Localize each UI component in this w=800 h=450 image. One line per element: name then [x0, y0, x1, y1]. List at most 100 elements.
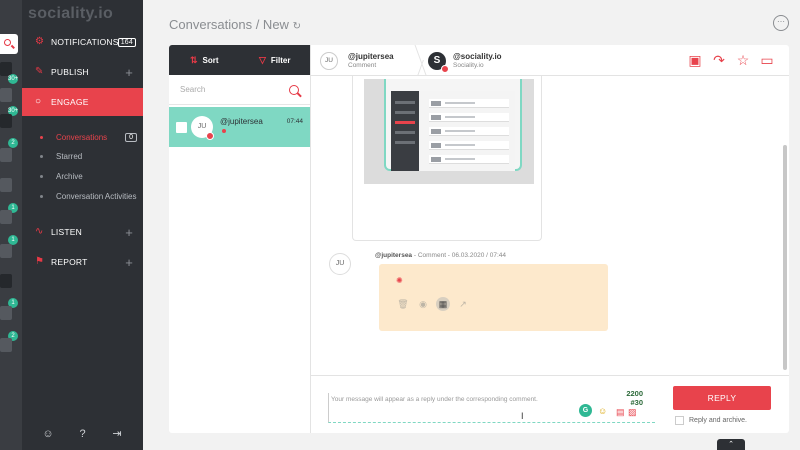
avatar: JU — [320, 52, 338, 70]
mock-line — [395, 141, 415, 144]
user-icon[interactable]: ☺ — [36, 423, 60, 445]
nav-report[interactable]: ⚑ REPORT + — [22, 248, 143, 276]
account-avatar[interactable] — [0, 274, 12, 288]
app-logo: sociality.io — [28, 5, 114, 22]
detail-actions: ▣ ↷ ☆ ▭ — [686, 51, 776, 69]
list-item[interactable]: JU @jupitersea 07:44 — [169, 107, 310, 147]
search-icon[interactable] — [289, 84, 299, 95]
sort-button[interactable]: ⇅ Sort — [169, 45, 240, 75]
chip-icon[interactable]: ▦ — [436, 297, 450, 311]
sidebar-footer: ☺ ? ⇥ — [22, 423, 143, 445]
char-count: 2200 — [626, 389, 643, 398]
mock-row — [429, 113, 509, 122]
sidebar-item-archive[interactable]: Archive — [22, 167, 143, 185]
account-name[interactable]: @sociality.io — [453, 52, 502, 61]
chat-icon: ○ — [35, 96, 42, 107]
hide-icon[interactable]: ◉ — [416, 297, 430, 311]
mock-line — [395, 101, 415, 104]
comment-actions: 🗑 ◉ ▦ ↗ — [396, 297, 470, 311]
account-avatar[interactable] — [0, 148, 12, 162]
main-sidebar: sociality.io ⚙ NOTIFICATIONS 164 ✎ PUBLI… — [22, 0, 143, 450]
scrollbar[interactable] — [783, 145, 787, 370]
sender-name[interactable]: @jupitersea — [348, 52, 394, 61]
plus-icon[interactable]: + — [125, 255, 133, 270]
account-avatar[interactable] — [0, 88, 12, 102]
mock-row — [429, 141, 509, 150]
nav-label: REPORT — [51, 257, 88, 267]
post-image[interactable] — [364, 79, 534, 184]
nav-notifications[interactable]: ⚙ NOTIFICATIONS 164 — [22, 28, 143, 56]
chevron-up-icon[interactable]: ⌃ — [717, 439, 745, 450]
avatar: JU — [329, 253, 351, 275]
reply-button[interactable]: REPLY — [673, 386, 771, 410]
select-checkbox[interactable] — [176, 122, 187, 133]
list-search[interactable]: Search — [169, 75, 310, 105]
nav-listen[interactable]: ∿ LISTEN + — [22, 218, 143, 246]
comment-author: @jupitersea — [375, 252, 413, 259]
nav-label: PUBLISH — [51, 67, 89, 77]
logout-icon[interactable]: ⇥ — [105, 423, 129, 445]
archive-checkbox[interactable] — [675, 416, 684, 425]
sidebar-item-conversation-activities[interactable]: Conversation Activities — [22, 187, 143, 205]
mock-row — [429, 99, 509, 108]
mock-main — [419, 91, 515, 171]
mock-line — [395, 121, 415, 124]
reply-composer: Your message will appear as a reply unde… — [311, 375, 789, 433]
mock-line — [395, 111, 415, 114]
pencil-icon: ✎ — [35, 66, 44, 77]
sub-label: Conversations — [56, 132, 108, 142]
global-search-button[interactable] — [0, 34, 18, 54]
mock-line — [395, 131, 415, 134]
account-avatar[interactable] — [0, 338, 12, 352]
folder-check-icon[interactable]: ▭ — [758, 51, 776, 69]
conversation-author: @jupitersea — [220, 117, 263, 126]
comment-type-icon — [222, 129, 226, 133]
detail-header: JU @jupitersea Comment S @sociality.io S… — [311, 45, 789, 76]
account-avatar[interactable] — [0, 210, 12, 224]
page-title: Conversations / New ↻ — [169, 17, 301, 32]
filter-label: Filter — [270, 55, 291, 65]
emoji-icon[interactable]: ☺ — [598, 406, 607, 416]
char-counter: 2200 #30 — [615, 389, 643, 407]
filter-button[interactable]: ▽ Filter — [240, 45, 311, 75]
page-title-text: Conversations / New — [169, 17, 289, 32]
plus-icon[interactable]: + — [125, 225, 133, 240]
help-icon[interactable]: ? — [71, 423, 95, 445]
comment-bubble: ✺ 🗑 ◉ ▦ ↗ — [379, 264, 608, 331]
nav-label: NOTIFICATIONS — [51, 37, 119, 47]
nav-publish[interactable]: ✎ PUBLISH + — [22, 58, 143, 86]
sub-label: Conversation Activities — [56, 191, 137, 201]
account-avatar[interactable] — [0, 114, 12, 128]
sidebar-item-starred[interactable]: Starred — [22, 147, 143, 165]
sort-icon: ⇅ — [189, 54, 198, 65]
comment-meta: @jupitersea - Comment - 06.03.2020 / 07:… — [375, 252, 506, 259]
bullet-icon — [40, 154, 43, 158]
account-avatar[interactable] — [0, 178, 12, 192]
comment-info: - Comment - 06.03.2020 / 07:44 — [412, 252, 506, 259]
sender-type: Comment — [348, 62, 377, 69]
plus-icon[interactable]: + — [125, 65, 133, 80]
bullet-icon — [40, 135, 43, 139]
star-icon[interactable]: ☆ — [734, 51, 752, 69]
account-avatar[interactable] — [0, 244, 12, 258]
nav-label: LISTEN — [51, 227, 82, 237]
search-input[interactable]: Search — [180, 85, 205, 94]
account-avatar[interactable] — [0, 306, 12, 320]
refresh-icon[interactable]: ↻ — [293, 21, 301, 32]
share-icon[interactable]: ↷ — [710, 51, 728, 69]
account-badge: 2 — [8, 138, 18, 148]
attach-image-icon[interactable]: ▨ — [628, 407, 637, 418]
filter-icon: ▽ — [259, 54, 266, 65]
sidebar-item-conversations[interactable]: Conversations 0 — [22, 128, 143, 146]
grammarly-icon[interactable]: G — [579, 404, 592, 417]
more-icon[interactable]: ⋯ — [773, 15, 789, 31]
sub-label: Archive — [56, 171, 83, 181]
attach-file-icon[interactable]: ▤ — [616, 407, 625, 418]
external-link-icon[interactable]: ↗ — [456, 297, 470, 311]
trash-icon[interactable]: 🗑 — [396, 297, 410, 311]
screen-mockup — [391, 91, 515, 171]
calendar-icon[interactable]: ▣ — [686, 51, 704, 69]
reply-and-archive[interactable]: Reply and archive. — [675, 416, 747, 425]
nav-engage[interactable]: ○ ENGAGE — [22, 88, 143, 116]
conversations-count: 0 — [125, 132, 137, 142]
